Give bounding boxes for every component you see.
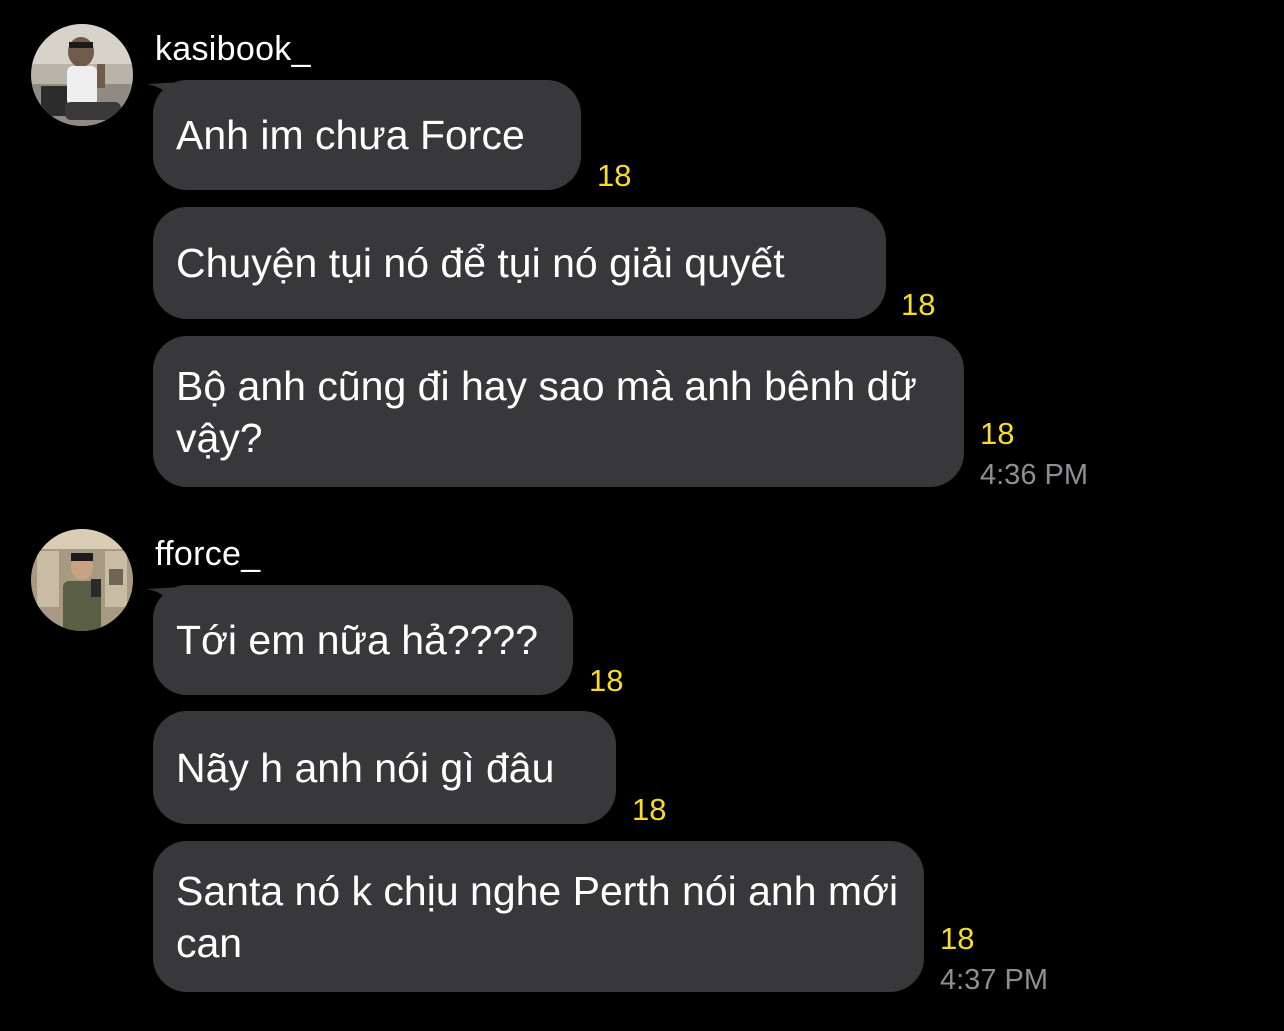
message-text: Chuyện tụi nó để tụi nó giải quyết: [176, 240, 785, 286]
reaction-count: 18: [901, 287, 936, 322]
profile-photo-icon: [31, 529, 133, 631]
message-bubble[interactable]: Nãy h anh nói gì đâu: [153, 711, 616, 824]
avatar-fforce[interactable]: [31, 529, 133, 631]
reaction-count: 18: [589, 663, 624, 698]
reaction-count: 18: [597, 158, 632, 193]
reaction-count: 18: [940, 921, 975, 956]
sender-name: kasibook_: [155, 30, 311, 68]
reaction-count: 18: [632, 792, 667, 827]
message-text: Nãy h anh nói gì đâu: [176, 745, 555, 791]
message-group-kasibook: kasibook_ Anh im chưa Force 18 Chuyện tụ…: [0, 0, 1284, 500]
message-bubble[interactable]: Chuyện tụi nó để tụi nó giải quyết: [153, 207, 886, 319]
message-bubble[interactable]: Bộ anh cũng đi hay sao mà anh bênh dữ vậ…: [153, 336, 964, 487]
message-timestamp: 4:37 PM: [940, 964, 1048, 996]
message-text: Tới em nữa hả????: [176, 617, 539, 663]
avatar-kasibook[interactable]: [31, 24, 133, 126]
sender-name: fforce_: [155, 535, 261, 573]
message-timestamp: 4:36 PM: [980, 459, 1088, 491]
message-group-fforce: fforce_ Tới em nữa hả???? 18 Nãy h anh n…: [0, 500, 1284, 1031]
reaction-count: 18: [980, 416, 1015, 451]
message-text: Bộ anh cũng đi hay sao mà anh bênh dữ vậ…: [176, 363, 917, 461]
profile-photo-icon: [31, 24, 133, 126]
message-bubble[interactable]: Santa nó k chịu nghe Perth nói anh mới c…: [153, 841, 924, 992]
message-bubble[interactable]: Anh im chưa Force: [153, 80, 581, 190]
message-text: Anh im chưa Force: [176, 112, 525, 158]
message-text: Santa nó k chịu nghe Perth nói anh mới c…: [176, 868, 899, 966]
message-bubble[interactable]: Tới em nữa hả????: [153, 585, 573, 695]
